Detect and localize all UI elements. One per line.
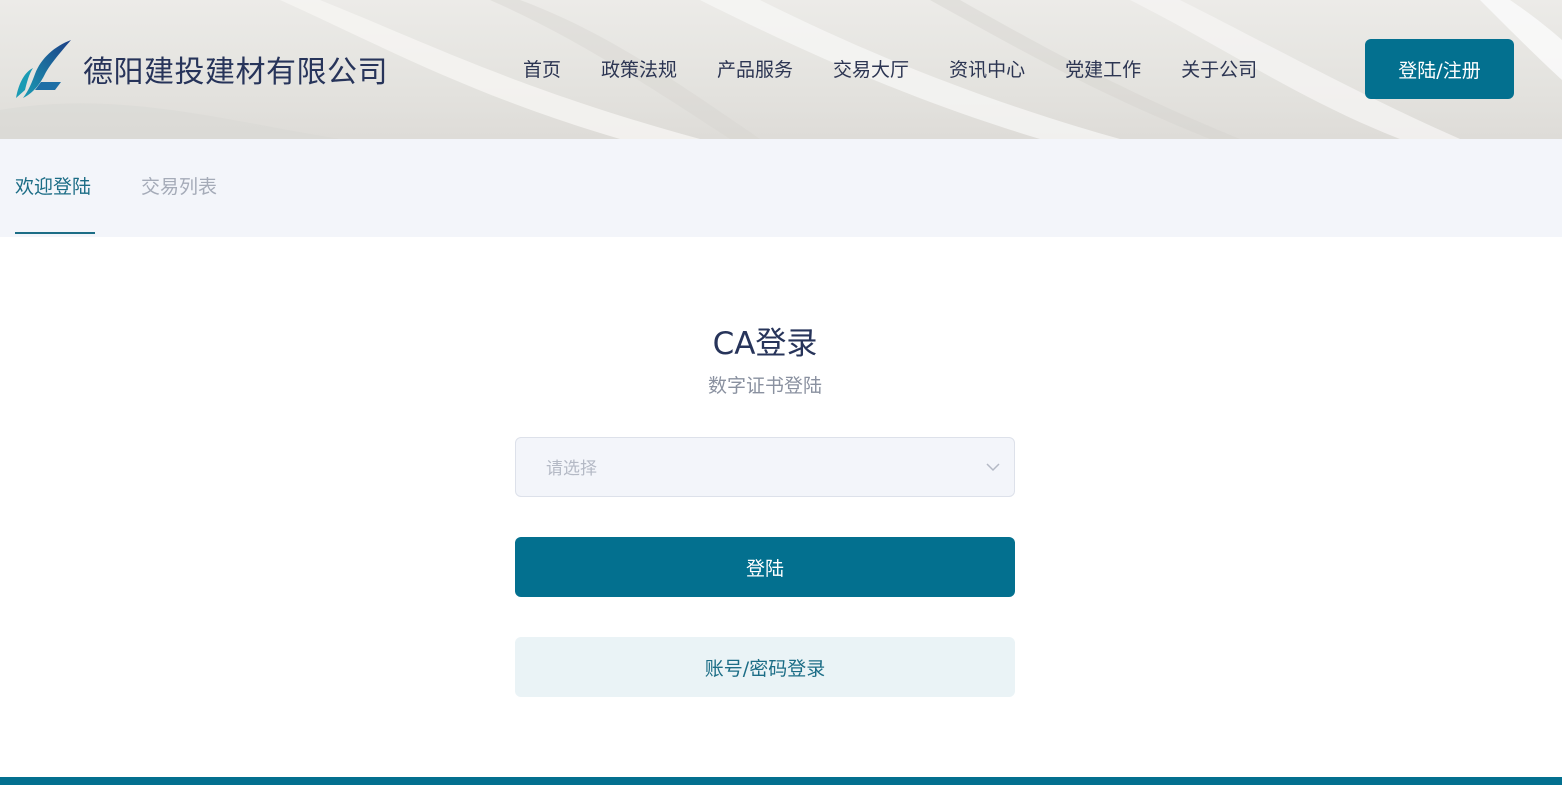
nav-trading-hall[interactable]: 交易大厅 bbox=[833, 56, 909, 84]
brand[interactable]: 德阳建投建材有限公司 bbox=[15, 38, 388, 100]
login-title: CA登录 bbox=[712, 326, 818, 362]
login-subtitle: 数字证书登陆 bbox=[707, 375, 822, 397]
certificate-select-placeholder: 请选择 bbox=[546, 459, 597, 479]
footer-bar bbox=[0, 777, 1562, 785]
tab-welcome-login[interactable]: 欢迎登陆 bbox=[15, 173, 91, 201]
nav-party-building[interactable]: 党建工作 bbox=[1065, 56, 1141, 84]
nav-products[interactable]: 产品服务 bbox=[717, 56, 793, 84]
site-header: 德阳建投建材有限公司 首页 政策法规 产品服务 交易大厅 资讯中心 党建工作 关… bbox=[0, 0, 1562, 139]
feather-wing-logo bbox=[16, 40, 71, 98]
login-submit-button[interactable]: 登陆 bbox=[515, 537, 1015, 597]
chevron-down-icon bbox=[986, 463, 1000, 472]
main-nav: 首页 政策法规 产品服务 交易大厅 资讯中心 党建工作 关于公司 bbox=[503, 56, 1277, 84]
tab-bar: 欢迎登陆 交易列表 bbox=[0, 139, 1562, 237]
nav-news[interactable]: 资讯中心 bbox=[949, 56, 1025, 84]
tab-transaction-list[interactable]: 交易列表 bbox=[141, 173, 217, 201]
login-register-button[interactable]: 登陆/注册 bbox=[1365, 39, 1514, 99]
password-login-button[interactable]: 账号/密码登录 bbox=[515, 637, 1015, 697]
nav-policies[interactable]: 政策法规 bbox=[601, 56, 677, 84]
nav-home[interactable]: 首页 bbox=[523, 56, 561, 84]
certificate-select[interactable]: 请选择 bbox=[515, 437, 1015, 497]
nav-about[interactable]: 关于公司 bbox=[1181, 56, 1257, 84]
company-name: 德阳建投建材有限公司 bbox=[83, 55, 388, 90]
active-tab-indicator bbox=[15, 232, 95, 234]
